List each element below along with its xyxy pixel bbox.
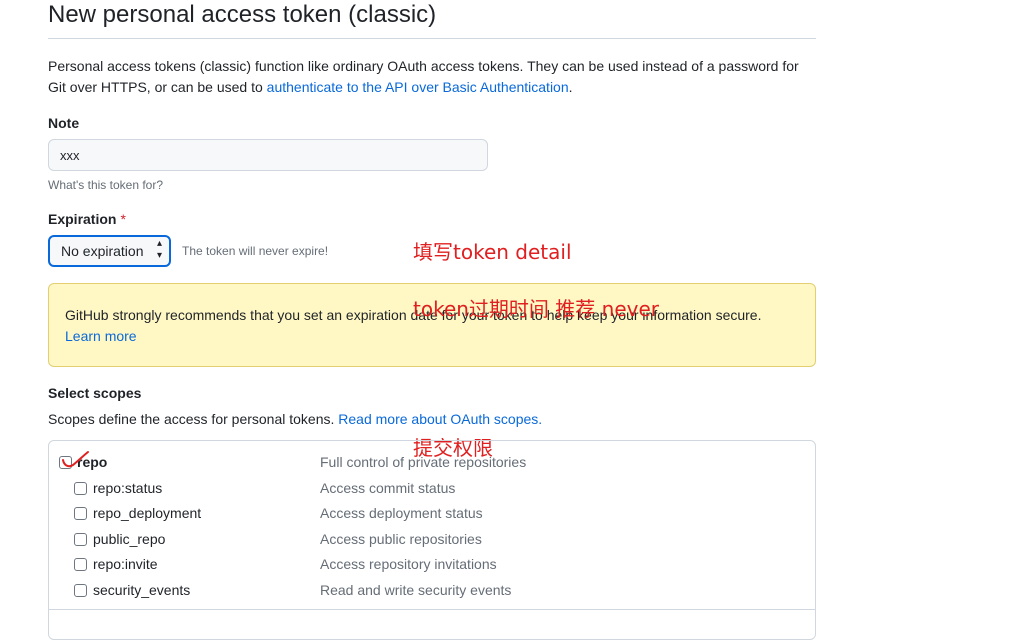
scope-desc: Full control of private repositories [320,454,527,470]
scope-name: repo_deployment [93,505,202,521]
annotation-token-detail: 填写token detail [413,240,572,264]
scopes-description: Scopes define the access for personal to… [48,411,542,427]
annotation-expiration: token过期时间 推荐 never [413,297,659,321]
scope-row-security-events: security_events Read and write security … [49,580,815,600]
scope-row-repo: repo Full control of private repositorie… [49,452,815,472]
oauth-scopes-link[interactable]: Read more about OAuth scopes. [338,411,542,427]
expiration-select[interactable]: No expiration ▴ ▾ [48,235,171,267]
note-hint: What's this token for? [48,178,164,192]
scope-name: security_events [93,582,191,598]
expiration-label-text: Expiration [48,211,117,227]
scopes-table: repo Full control of private repositorie… [48,440,816,640]
scopes-heading: Select scopes [48,385,142,401]
scope-checkbox-security-events[interactable] [74,584,87,597]
annotation-checkmark-icon [62,451,89,468]
scope-row-repo-invite: repo:invite Access repository invitation… [49,554,815,574]
intro-paragraph: Personal access tokens (classic) functio… [48,56,818,98]
scope-row-public-repo: public_repo Access public repositories [49,529,815,549]
scope-name: public_repo [93,531,166,547]
scope-checkbox-repo-status[interactable] [74,482,87,495]
scope-desc: Access commit status [320,480,456,496]
scopes-divider [49,609,815,610]
expiration-label: Expiration * [48,211,126,227]
scope-checkbox-repo-deployment[interactable] [74,507,87,520]
learn-more-link[interactable]: Learn more [65,328,137,344]
scopes-desc-text: Scopes define the access for personal to… [48,411,339,427]
scope-desc: Read and write security events [320,582,512,598]
required-mark: * [120,211,126,227]
scope-desc: Access public repositories [320,531,482,547]
note-label: Note [48,115,80,131]
scope-row-repo-status: repo:status Access commit status [49,478,815,498]
scope-checkbox-public-repo[interactable] [74,533,87,546]
intro-end: . [568,79,573,95]
scope-name: repo:invite [93,556,158,572]
note-input[interactable] [48,139,488,171]
scope-name: repo:status [93,480,163,496]
scope-desc: Access repository invitations [320,556,497,572]
expiration-hint: The token will never expire! [182,244,329,258]
page-title: New personal access token (classic) [48,1,437,28]
scope-checkbox-repo-invite[interactable] [74,558,87,571]
basic-auth-link[interactable]: authenticate to the API over Basic Authe… [267,79,569,95]
scope-row-repo-deployment: repo_deployment Access deployment status [49,503,815,523]
title-divider [48,38,816,39]
expiration-selected-value: No expiration [61,243,144,259]
select-arrows-icon: ▴ ▾ [156,238,162,261]
scope-desc: Access deployment status [320,505,483,521]
